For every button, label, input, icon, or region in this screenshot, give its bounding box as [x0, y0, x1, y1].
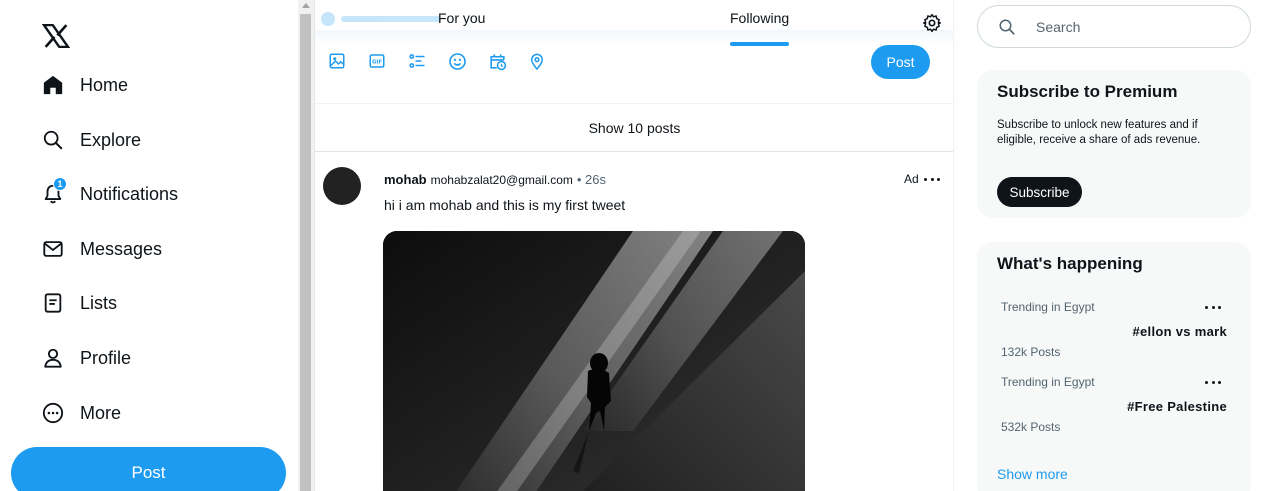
nav-explore[interactable]: Explore — [40, 123, 141, 157]
ad-label: Ad — [904, 172, 919, 186]
feed-tabs: For you Following — [315, 0, 953, 46]
trend-count: 532k Posts — [1001, 420, 1061, 434]
trend-more-icon[interactable] — [1205, 381, 1221, 385]
tweet-more-icon[interactable] — [924, 178, 940, 182]
nav-notifications[interactable]: 1 Notifications — [40, 177, 178, 211]
compose-post-button[interactable]: Post — [871, 45, 930, 79]
show-more-link[interactable]: Show more — [997, 466, 1068, 482]
trends-card: What's happening Trending in Egypt #ello… — [977, 242, 1251, 491]
avatar[interactable] — [323, 167, 361, 205]
emoji-icon[interactable] — [447, 51, 467, 71]
scrollbar-thumb[interactable] — [300, 14, 311, 491]
nav-messages-label: Messages — [80, 238, 163, 259]
nav-profile-label: Profile — [80, 347, 132, 368]
search-input[interactable] — [1036, 17, 1236, 37]
trend-count: 132k Posts — [1001, 345, 1061, 359]
image-icon[interactable] — [327, 51, 347, 71]
search-box[interactable] — [977, 5, 1251, 48]
trend-name[interactable]: #ellon vs mark — [1132, 324, 1227, 339]
premium-description: Subscribe to unlock new features and if … — [997, 119, 1201, 146]
nav-explore-label: Explore — [80, 129, 142, 150]
nav-more[interactable]: More — [40, 396, 121, 430]
trend-meta: Trending in Egypt — [1001, 375, 1095, 389]
tweet-timestamp: • 26s — [576, 172, 606, 187]
post-button[interactable]: Post — [11, 447, 286, 491]
trend-name[interactable]: #Free Palestine — [1127, 399, 1227, 414]
tweet-image[interactable] — [383, 231, 805, 491]
notification-badge: 1 — [53, 177, 67, 191]
tweet-author-name[interactable]: mohab — [384, 172, 427, 187]
gear-icon[interactable] — [922, 13, 942, 33]
trend-meta: Trending in Egypt — [1001, 300, 1095, 314]
show-new-posts[interactable]: Show 10 posts — [315, 104, 953, 151]
bell-icon: 1 — [40, 177, 67, 207]
nav-more-label: More — [80, 402, 122, 423]
trends-title: What's happening — [997, 254, 1143, 273]
nav-home[interactable]: Home — [40, 68, 128, 102]
svg-text:GIF: GIF — [372, 60, 382, 66]
list-icon — [40, 290, 66, 316]
search-icon — [999, 19, 1015, 35]
nav-notifications-label: Notifications — [80, 183, 179, 204]
nav-messages[interactable]: Messages — [40, 232, 162, 266]
premium-card: Subscribe to Premium Subscribe to unlock… — [977, 70, 1251, 218]
location-icon[interactable] — [527, 51, 547, 71]
main-feed: For you Following GIF Post Show 10 posts… — [315, 0, 954, 491]
person-icon — [40, 345, 66, 371]
left-sidebar: Home Explore 1 Notifications Messages Li… — [0, 0, 298, 491]
schedule-icon[interactable] — [487, 51, 507, 71]
right-sidebar: Subscribe to Premium Subscribe to unlock… — [955, 0, 1271, 491]
scroll-up-arrow-icon[interactable] — [302, 3, 310, 8]
gif-icon[interactable]: GIF — [367, 51, 387, 71]
nav-lists-label: Lists — [80, 292, 118, 313]
sidebar-scrollbar[interactable] — [298, 0, 315, 491]
search-icon — [40, 127, 66, 153]
x-logo-icon[interactable] — [42, 24, 70, 48]
poll-icon[interactable] — [407, 51, 427, 71]
envelope-icon — [40, 236, 66, 262]
home-icon — [40, 72, 66, 98]
premium-title: Subscribe to Premium — [997, 82, 1178, 101]
active-tab-indicator — [730, 42, 789, 46]
tab-following[interactable]: Following — [730, 10, 789, 26]
tweet-author-handle[interactable]: mohabzalat20@gmail.com — [431, 173, 573, 187]
nav-lists[interactable]: Lists — [40, 286, 117, 320]
tweet-header: mohab mohabzalat20@gmail.com • 26s — [384, 172, 606, 187]
tab-for-you[interactable]: For you — [438, 10, 485, 26]
tweet-text: hi i am mohab and this is my first tweet — [384, 197, 626, 213]
nav-profile[interactable]: Profile — [40, 341, 131, 375]
trend-more-icon[interactable] — [1205, 306, 1221, 310]
compose-toolbar: GIF — [327, 51, 567, 73]
nav-home-label: Home — [80, 74, 129, 95]
subscribe-button[interactable]: Subscribe — [997, 177, 1082, 207]
more-circle-icon — [40, 400, 66, 426]
